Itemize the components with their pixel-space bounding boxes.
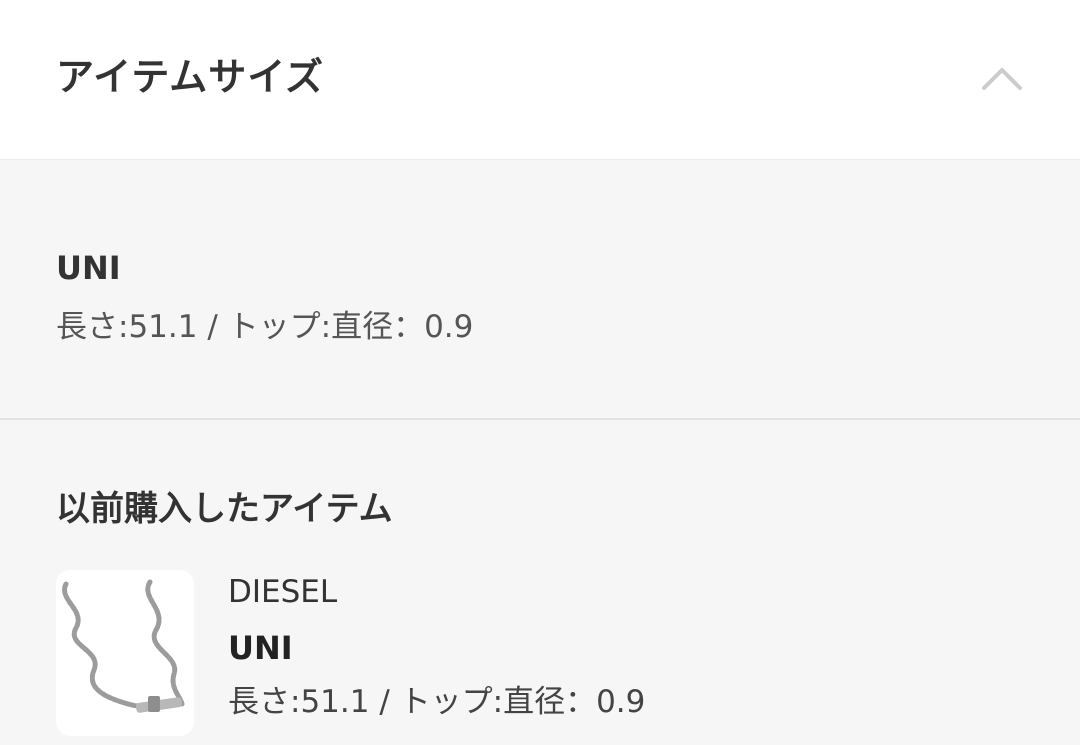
item-size-section: UNI 長さ:51.1 / トップ:直径：0.9 bbox=[0, 160, 1080, 420]
item-size: UNI bbox=[228, 629, 293, 667]
item-size-detail: 長さ:51.1 / トップ:直径：0.9 bbox=[228, 684, 646, 720]
size-name: UNI bbox=[56, 249, 121, 287]
size-detail: 長さ:51.1 / トップ:直径：0.9 bbox=[56, 309, 474, 345]
accordion-header[interactable]: アイテムサイズ bbox=[0, 0, 1080, 160]
necklace-image bbox=[62, 579, 185, 713]
purchase-history-section: 以前購入したアイテム DIESEL UNI 長さ:51.1 / トップ:直径：0… bbox=[0, 420, 1080, 745]
chevron-up-icon bbox=[982, 68, 1022, 90]
item-brand: DIESEL bbox=[228, 574, 338, 610]
collapse-toggle-button[interactable] bbox=[972, 52, 1032, 104]
section-title: アイテムサイズ bbox=[56, 55, 325, 99]
purchase-history-title: 以前購入したアイテム bbox=[56, 489, 393, 529]
item-thumbnail[interactable] bbox=[56, 570, 194, 736]
